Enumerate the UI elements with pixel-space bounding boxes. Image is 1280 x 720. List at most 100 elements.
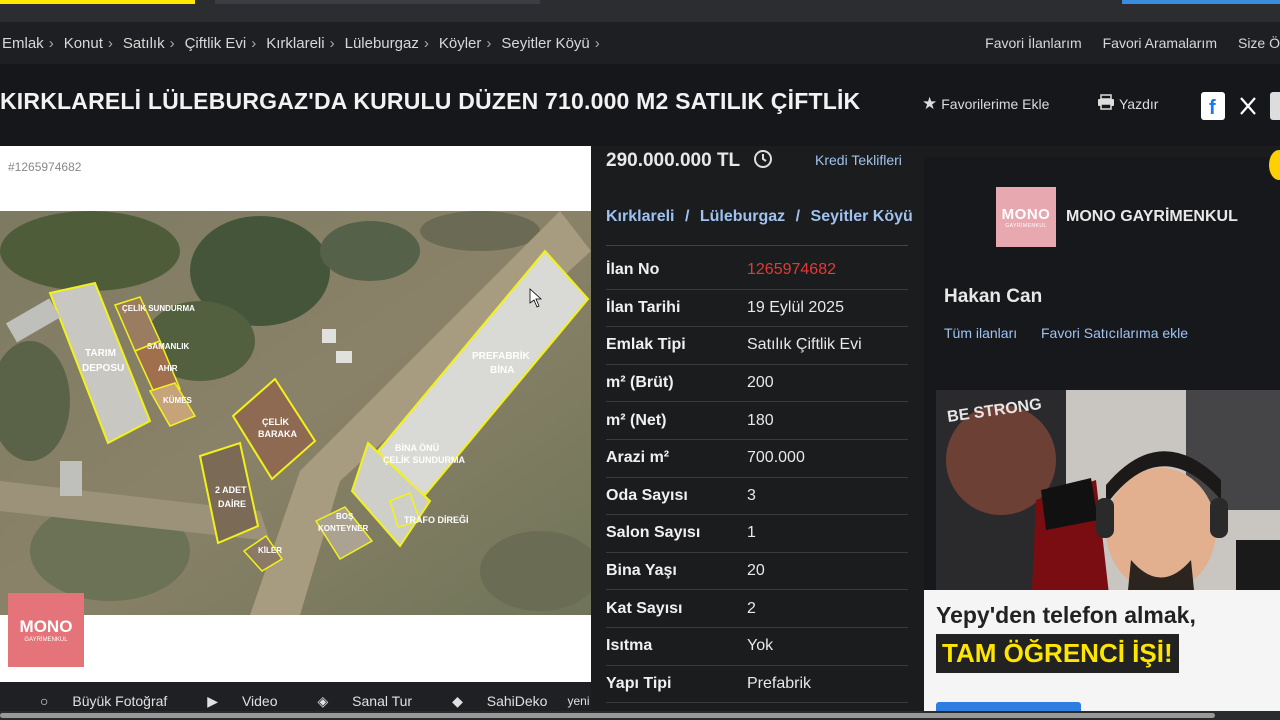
seller-logo[interactable]: MONO GAYRİMENKUL bbox=[996, 187, 1056, 247]
breadcrumb-item[interactable]: Konut › bbox=[64, 35, 113, 52]
agent-name: Hakan Can bbox=[944, 286, 1043, 307]
for-you-link[interactable]: Size Ö bbox=[1238, 35, 1280, 51]
favorite-listings-link[interactable]: Favori İlanlarım bbox=[985, 35, 1081, 51]
add-favorite-button[interactable]: ★ Favorilerime Ekle bbox=[922, 94, 1049, 114]
print-button[interactable]: Yazdır bbox=[1097, 94, 1158, 113]
top-search-strip bbox=[215, 0, 540, 4]
add-favorite-label: Favorilerime Ekle bbox=[941, 96, 1050, 112]
credit-offers-link[interactable]: Kredi Teklifleri bbox=[815, 152, 902, 168]
share-icon[interactable] bbox=[1270, 92, 1280, 120]
watermark-text: MONO bbox=[19, 617, 73, 636]
big-photo-button[interactable]: ○ Büyük Fotoğraf bbox=[20, 693, 167, 709]
tour-icon: ◈ bbox=[317, 692, 333, 709]
search-icon: ○ bbox=[40, 693, 53, 709]
add-favorite-seller-link[interactable]: Favori Satıcılarıma ekle bbox=[1041, 325, 1188, 341]
detail-row: Arazi m² 700.000 bbox=[606, 440, 908, 478]
breadcrumb-separator: › bbox=[486, 34, 492, 52]
aerial-label: BARAKA bbox=[258, 429, 297, 439]
all-listings-link[interactable]: Tüm ilanları bbox=[944, 325, 1017, 341]
detail-row: Emlak Tipi Satılık Çiftlik Evi bbox=[606, 327, 908, 365]
seller-name[interactable]: MONO GAYRİMENKUL bbox=[1066, 208, 1238, 226]
aerial-label: KÜMES bbox=[163, 396, 193, 405]
ad-slogan: TAM ÖĞRENCİ İŞİ! bbox=[936, 634, 1179, 673]
star-icon: ★ bbox=[922, 94, 938, 113]
detail-key: Emlak Tipi bbox=[606, 336, 686, 354]
location-neighborhood-link[interactable]: Seyitler Köyü bbox=[811, 208, 913, 225]
favorite-searches-link[interactable]: Favori Aramalarım bbox=[1103, 35, 1217, 51]
breadcrumb-item[interactable]: Köyler › bbox=[439, 35, 492, 52]
detail-value: 200 bbox=[747, 374, 774, 392]
seller-logo-text: MONO bbox=[1001, 205, 1051, 223]
aerial-label: TARIM bbox=[85, 348, 116, 359]
top-accent-bar bbox=[0, 0, 195, 4]
breadcrumb-item[interactable]: Seyitler Köyü › bbox=[501, 35, 599, 52]
photo-listing-id: #1265974682 bbox=[8, 160, 82, 174]
detail-value: 2 bbox=[747, 599, 756, 617]
svg-text:f: f bbox=[1209, 97, 1216, 118]
aerial-label: BOŞ bbox=[336, 512, 354, 521]
aerial-label: DEPOSU bbox=[82, 363, 124, 374]
detail-row: Bina Yaşı 20 bbox=[606, 553, 908, 591]
aerial-photo[interactable]: TARIM DEPOSU ÇELİK SUNDURMA SAMANLIK AHI… bbox=[0, 211, 591, 615]
aerial-label: PREFABRİK bbox=[472, 349, 531, 362]
detail-key: Arazi m² bbox=[606, 449, 670, 467]
watermark-subtext: GAYRİMENKUL bbox=[24, 637, 68, 643]
facebook-icon[interactable]: f bbox=[1201, 92, 1225, 120]
aerial-label: BİNA ÖNÜ bbox=[395, 443, 439, 453]
detail-row: m² (Net) 180 bbox=[606, 402, 908, 440]
breadcrumb-item[interactable]: Çiftlik Evi › bbox=[185, 35, 257, 52]
detail-value: 19 Eylül 2025 bbox=[747, 298, 844, 316]
breadcrumb-label: Kırklareli bbox=[266, 34, 325, 52]
detail-value: 20 bbox=[747, 562, 765, 580]
horizontal-scrollbar[interactable] bbox=[0, 711, 1280, 720]
detail-value: 3 bbox=[747, 486, 756, 504]
detail-key: İlan No bbox=[606, 261, 660, 279]
breadcrumb-label: Lüleburgaz bbox=[344, 34, 419, 52]
location-city-link[interactable]: Kırklareli bbox=[606, 208, 674, 225]
breadcrumb-item[interactable]: Satılık › bbox=[123, 35, 175, 52]
breadcrumb-label: Satılık bbox=[122, 34, 165, 52]
aerial-label: KONTEYNER bbox=[318, 524, 368, 533]
detail-value: 180 bbox=[747, 411, 774, 429]
location-district-link[interactable]: Lüleburgaz bbox=[700, 208, 785, 225]
breadcrumb-separator: › bbox=[594, 34, 600, 52]
detail-value: 1 bbox=[747, 524, 756, 542]
location-separator: / bbox=[684, 208, 690, 225]
aerial-label: DAİRE bbox=[218, 499, 246, 509]
breadcrumb-separator: › bbox=[251, 34, 257, 52]
listing-price: 290.000.000 TL bbox=[606, 150, 741, 171]
aerial-label: SAMANLIK bbox=[147, 342, 189, 351]
printer-icon bbox=[1097, 94, 1115, 113]
breadcrumb-label: Seyitler Köyü bbox=[501, 34, 590, 52]
advertisement[interactable]: Yepy'den telefon almak, TAM ÖĞRENCİ İŞİ! bbox=[924, 590, 1280, 720]
breadcrumb-separator: › bbox=[48, 34, 54, 52]
aerial-label: BİNA bbox=[490, 363, 514, 376]
detail-key: Oda Sayısı bbox=[606, 486, 688, 504]
detail-row: Salon Sayısı 1 bbox=[606, 515, 908, 553]
detail-key: m² (Net) bbox=[606, 411, 667, 429]
aerial-label: ÇELİK SUNDURMA bbox=[383, 455, 465, 465]
seller-logo-subtext: GAYRİMENKUL bbox=[1005, 222, 1047, 229]
big-photo-label: Büyük Fotoğraf bbox=[72, 693, 168, 709]
photo-gallery[interactable]: #1265974682 TARIM DEPOSU ÇELİK SUNDURMA … bbox=[0, 146, 591, 682]
detail-value: 1265974682 bbox=[747, 261, 836, 279]
detail-row: İlan Tarihi 19 Eylül 2025 bbox=[606, 290, 908, 328]
x-twitter-icon[interactable] bbox=[1236, 92, 1260, 120]
detail-key: Isıtma bbox=[606, 637, 653, 655]
detail-key: m² (Brüt) bbox=[606, 374, 674, 392]
detail-row: İlan No 1265974682 bbox=[606, 252, 908, 290]
detail-value: Yok bbox=[747, 637, 774, 655]
price-history-icon[interactable] bbox=[752, 148, 774, 175]
aerial-label: TRAFO DİREĞİ bbox=[404, 514, 469, 525]
sahideko-button[interactable]: ◆ SahiDeko bbox=[432, 693, 547, 710]
video-label: Video bbox=[241, 692, 278, 709]
scrollbar-thumb[interactable] bbox=[0, 713, 1215, 718]
aerial-label: ÇELİK bbox=[262, 417, 290, 427]
breadcrumb-item[interactable]: Emlak › bbox=[2, 35, 54, 52]
video-button[interactable]: ▶ Video bbox=[187, 693, 277, 710]
breadcrumb-item[interactable]: Kırklareli › bbox=[266, 35, 334, 52]
webcam-overlay: BE STRONG bbox=[936, 390, 1280, 612]
virtual-tour-button[interactable]: ◈ Sanal Tur bbox=[298, 693, 413, 710]
detail-value: Prefabrik bbox=[747, 674, 812, 692]
breadcrumb-item[interactable]: Lüleburgaz › bbox=[345, 35, 429, 52]
